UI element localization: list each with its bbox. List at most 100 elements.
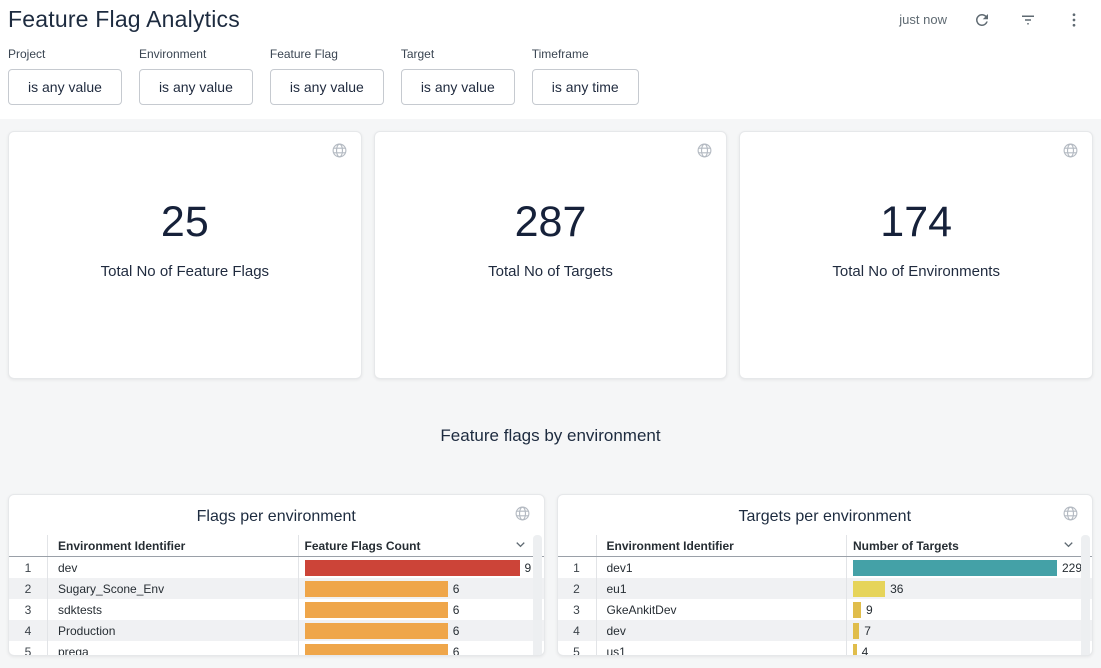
bar-cell[interactable]: 9 <box>846 599 1092 620</box>
row-index: 1 <box>9 561 47 575</box>
filter-label: Target <box>401 47 515 61</box>
row-index: 5 <box>9 645 47 657</box>
filter-feature-flag: Feature Flag is any value <box>270 47 384 105</box>
environment-identifier-cell[interactable]: Sugary_Scone_Env <box>47 578 298 599</box>
value-bar[interactable] <box>305 602 448 618</box>
page-title: Feature Flag Analytics <box>8 6 240 33</box>
feature-flag-filter-button[interactable]: is any value <box>270 69 384 105</box>
vertical-scrollbar[interactable] <box>1081 535 1090 656</box>
bar-cell[interactable]: 6 <box>298 641 544 656</box>
row-index: 4 <box>558 624 596 638</box>
table-row: 1dev 9 <box>9 557 544 578</box>
filter-target: Target is any value <box>401 47 515 105</box>
environment-identifier-cell[interactable]: GkeAnkitDev <box>596 599 847 620</box>
chevron-down-icon[interactable] <box>1061 537 1076 555</box>
bar-cell[interactable]: 4 <box>846 641 1092 656</box>
table-row: 3sdktests 6 <box>9 599 544 620</box>
filter-label: Feature Flag <box>270 47 384 61</box>
project-filter-button[interactable]: is any value <box>8 69 122 105</box>
column-header-label: Number of Targets <box>853 539 959 553</box>
value-bar[interactable] <box>853 560 1057 576</box>
column-header-number-of-targets[interactable]: Number of Targets <box>846 535 1092 556</box>
value-bar[interactable] <box>305 581 448 597</box>
target-filter-button[interactable]: is any value <box>401 69 515 105</box>
environment-identifier-cell[interactable]: prega <box>47 641 298 656</box>
bar-cell[interactable]: 7 <box>846 620 1092 641</box>
timeframe-filter-button[interactable]: is any time <box>532 69 639 105</box>
table-row: 3GkeAnkitDev 9 <box>558 599 1093 620</box>
environment-identifier-cell[interactable]: dev <box>596 620 847 641</box>
bar-cell[interactable]: 9 <box>298 557 544 578</box>
globe-icon[interactable] <box>1062 505 1079 527</box>
value-bar[interactable] <box>853 602 861 618</box>
filter-icon[interactable] <box>1017 9 1039 31</box>
row-index: 5 <box>558 645 596 657</box>
table-row: 4Production6 <box>9 620 544 641</box>
environment-identifier-cell[interactable]: Production <box>47 620 298 641</box>
value-bar[interactable] <box>305 623 448 639</box>
table-header: Environment Identifier Feature Flags Cou… <box>9 535 544 557</box>
row-index: 2 <box>558 582 596 596</box>
globe-icon[interactable] <box>514 505 531 527</box>
value-bar[interactable] <box>305 644 448 657</box>
bar-value-label: 229 <box>1062 561 1082 575</box>
bar-cell[interactable]: 36 <box>846 578 1092 599</box>
column-header-environment-identifier[interactable]: Environment Identifier <box>596 535 847 556</box>
bar-value-label: 6 <box>453 603 460 617</box>
tile-title: Targets per environment <box>558 495 1093 535</box>
table-body: 1dev12292eu1363GkeAnkitDev94dev75us14 <box>558 557 1093 656</box>
environment-identifier-cell[interactable]: dev <box>47 557 298 578</box>
table-row: 5us1 4 <box>558 641 1093 656</box>
filter-timeframe: Timeframe is any time <box>532 47 639 105</box>
value-bar[interactable] <box>853 623 859 639</box>
bar-cell[interactable]: 6 <box>298 620 544 641</box>
page-header: Feature Flag Analytics just now Project … <box>0 0 1101 119</box>
kpi-value: 174 <box>880 198 952 247</box>
bar-cell[interactable]: 6 <box>298 599 544 620</box>
environment-identifier-cell[interactable]: eu1 <box>596 578 847 599</box>
bar-value-label: 6 <box>453 624 460 638</box>
filter-label: Project <box>8 47 122 61</box>
kpi-tile-targets: 287 Total No of Targets <box>374 131 728 379</box>
kebab-menu-icon[interactable] <box>1063 9 1085 31</box>
environment-identifier-cell[interactable]: us1 <box>596 641 847 656</box>
kpi-value: 25 <box>161 198 209 247</box>
bar-value-label: 4 <box>862 645 869 657</box>
kpi-label: Total No of Targets <box>488 263 613 280</box>
globe-icon[interactable] <box>1062 142 1079 164</box>
tile-flags-per-environment: Flags per environment Environment Identi… <box>8 494 545 656</box>
row-index: 3 <box>558 603 596 617</box>
bar-cell[interactable]: 6 <box>298 578 544 599</box>
value-bar[interactable] <box>853 644 857 657</box>
row-index: 3 <box>9 603 47 617</box>
bar-value-label: 6 <box>453 582 460 596</box>
bar-value-label: 7 <box>864 624 871 638</box>
environment-identifier-cell[interactable]: dev1 <box>596 557 847 578</box>
last-refreshed-label: just now <box>899 12 947 27</box>
row-index: 2 <box>9 582 47 596</box>
filter-project: Project is any value <box>8 47 122 105</box>
filter-label: Environment <box>139 47 253 61</box>
refresh-icon[interactable] <box>971 9 993 31</box>
vertical-scrollbar[interactable] <box>533 535 542 656</box>
environment-filter-button[interactable]: is any value <box>139 69 253 105</box>
table-header: Environment Identifier Number of Targets <box>558 535 1093 557</box>
column-header-feature-flags-count[interactable]: Feature Flags Count <box>298 535 544 556</box>
bar-value-label: 9 <box>866 603 873 617</box>
column-header-environment-identifier[interactable]: Environment Identifier <box>47 535 298 556</box>
value-bar[interactable] <box>305 560 520 576</box>
bar-value-label: 36 <box>890 582 903 596</box>
dashboard-body: 25 Total No of Feature Flags 287 Total N… <box>0 119 1101 656</box>
filter-bar: Project is any value Environment is any … <box>0 33 1101 105</box>
value-bar[interactable] <box>853 581 885 597</box>
table-row: 1dev1 229 <box>558 557 1093 578</box>
bar-cell[interactable]: 229 <box>846 557 1092 578</box>
table-row: 4dev 7 <box>558 620 1093 641</box>
row-index: 1 <box>558 561 596 575</box>
chevron-down-icon[interactable] <box>513 537 528 555</box>
globe-icon[interactable] <box>331 142 348 164</box>
kpi-value: 287 <box>515 198 587 247</box>
globe-icon[interactable] <box>696 142 713 164</box>
environment-identifier-cell[interactable]: sdktests <box>47 599 298 620</box>
bar-value-label: 9 <box>525 561 532 575</box>
